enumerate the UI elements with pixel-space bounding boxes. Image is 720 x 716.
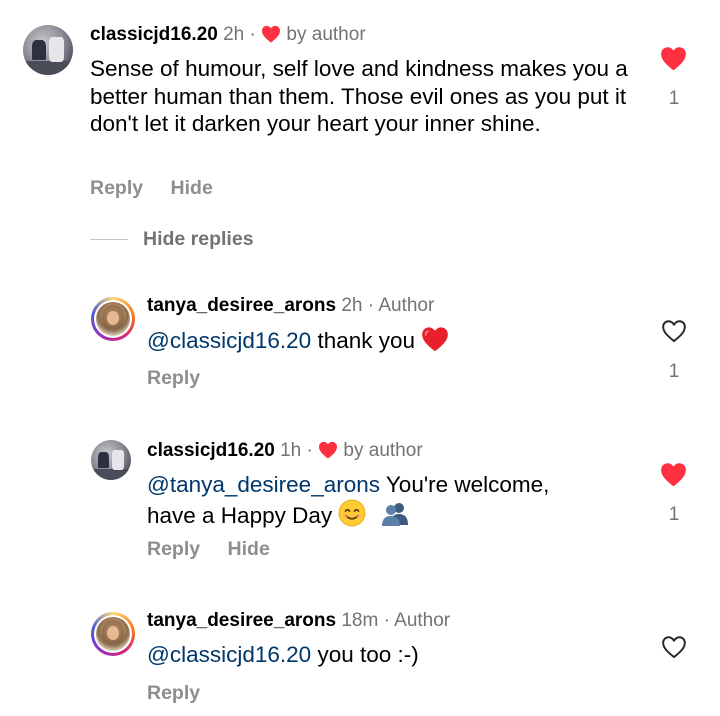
avatar[interactable]: [23, 25, 73, 75]
comment-text: @tanya_desiree_arons You're welcome, hav…: [147, 471, 627, 529]
author-liked-heart-icon: [319, 441, 338, 459]
author-tag: Author: [378, 295, 435, 316]
thread-divider: [90, 239, 128, 240]
username[interactable]: tanya_desiree_arons: [147, 295, 336, 316]
mention-link[interactable]: @classicjd16.20: [147, 642, 311, 667]
timestamp: 1h: [280, 440, 302, 461]
comment-1: classicjd16.20 2h · by author Sense of h…: [0, 0, 720, 210]
like-count: 1: [668, 88, 680, 109]
author-tag: Author: [394, 610, 451, 631]
reply-button[interactable]: Reply: [147, 538, 200, 560]
username[interactable]: classicjd16.20: [90, 24, 218, 45]
comment-text: Sense of humour, self love and kindness …: [90, 56, 628, 136]
username[interactable]: classicjd16.20: [147, 440, 275, 461]
separator: ·: [367, 295, 375, 316]
comment-header: classicjd16.20 2h · by author: [90, 23, 366, 47]
heart-filled-icon[interactable]: [660, 46, 687, 71]
timestamp: 2h: [223, 24, 245, 45]
reply-button[interactable]: Reply: [147, 682, 200, 704]
like-count: 1: [668, 361, 680, 382]
hide-replies-button[interactable]: Hide replies: [143, 227, 254, 251]
busts-in-silhouette-icon: [381, 502, 408, 526]
author-liked-heart-icon: [262, 25, 281, 43]
avatar[interactable]: [91, 297, 135, 341]
username[interactable]: tanya_desiree_arons: [147, 610, 336, 631]
heart-outline-icon[interactable]: [661, 319, 687, 343]
smiling-face-icon: [338, 499, 366, 526]
comment-text: @classicjd16.20 you too :-): [147, 641, 627, 669]
comment-header: tanya_desiree_arons 2h · Author: [147, 294, 434, 318]
hide-button[interactable]: Hide: [171, 177, 213, 199]
comment-text: @classicjd16.20 thank you: [147, 326, 627, 355]
comment-message: thank you: [317, 328, 416, 353]
heart-outline-icon[interactable]: [661, 635, 687, 659]
comment-message-line-2: have a Happy Day: [147, 502, 333, 528]
comment-actions: Reply: [147, 366, 200, 390]
avatar[interactable]: [91, 612, 135, 656]
comment-header: classicjd16.20 1h · by author: [147, 439, 423, 463]
reply-button[interactable]: Reply: [90, 177, 143, 199]
timestamp: 2h: [341, 295, 363, 316]
timestamp: 18m: [341, 610, 379, 631]
red-heart-icon: [422, 327, 449, 352]
comment-actions: Reply: [147, 681, 200, 705]
separator: ·: [383, 610, 390, 631]
comment-message-line-1: You're welcome,: [385, 472, 550, 497]
author-tag: by author: [343, 440, 423, 461]
mention-link[interactable]: @tanya_desiree_arons: [147, 472, 380, 497]
separator: ·: [249, 24, 256, 45]
like-count: 1: [668, 504, 680, 525]
comment-header: tanya_desiree_arons 18m · Author: [147, 609, 450, 633]
comment-actions: Reply Hide: [147, 537, 270, 561]
comment-message: you too :-): [317, 642, 419, 667]
mention-link[interactable]: @classicjd16.20: [147, 328, 311, 353]
separator: ·: [306, 440, 313, 461]
comment-actions: Reply Hide: [90, 176, 213, 200]
heart-filled-icon[interactable]: [660, 462, 687, 487]
author-tag: by author: [286, 24, 366, 45]
avatar[interactable]: [91, 440, 131, 480]
hide-button[interactable]: Hide: [228, 538, 270, 560]
reply-button[interactable]: Reply: [147, 367, 200, 389]
